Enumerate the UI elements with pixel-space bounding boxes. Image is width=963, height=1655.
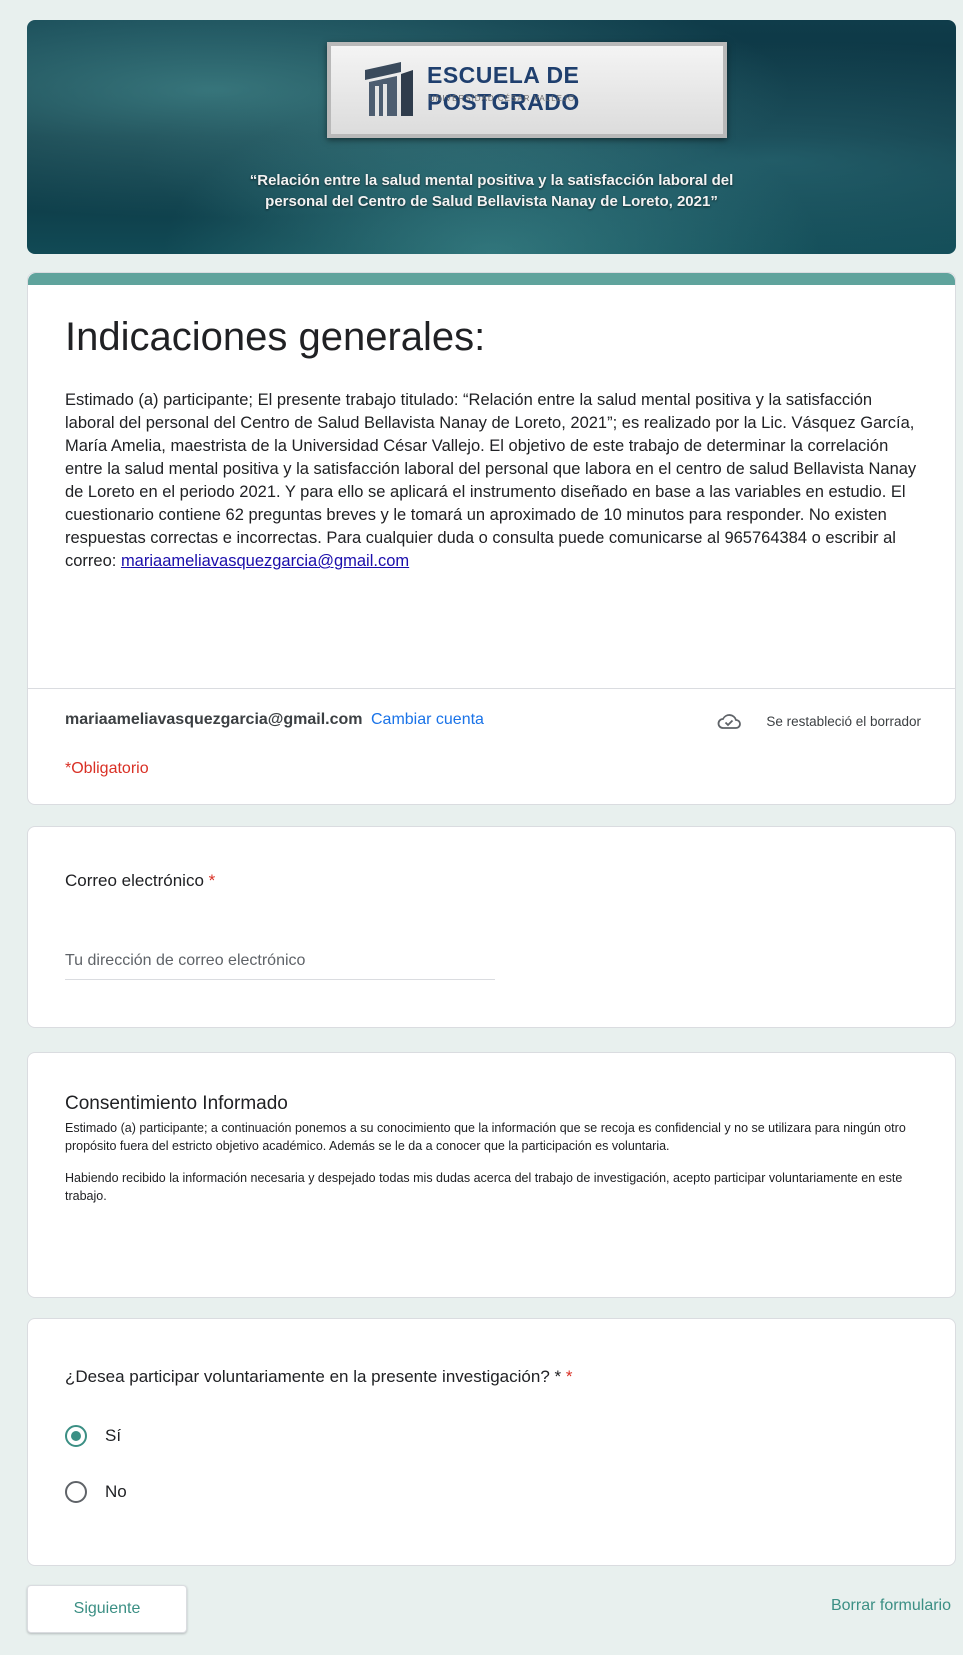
switch-account-link[interactable]: Cambiar cuenta <box>371 711 484 728</box>
clear-form-button[interactable]: Borrar formulario <box>831 1597 951 1615</box>
account-info: mariaameliavasquezgarcia@gmail.com Cambi… <box>65 711 484 729</box>
consent-card: Consentimiento Informado Estimado (a) pa… <box>27 1052 956 1298</box>
university-logo-icon <box>365 62 413 116</box>
header-banner: ESCUELA DE POSTGRADO UNIVERSIDAD CÉSAR V… <box>27 20 956 254</box>
cloud-done-icon <box>718 714 742 729</box>
form-header-card: Indicaciones generales: Estimado (a) par… <box>27 272 956 805</box>
draft-status-text: Se restableció el borrador <box>766 713 921 729</box>
logo-subtitle: UNIVERSIDAD CÉSAR VALLEJO <box>429 94 576 103</box>
account-email: mariaameliavasquezgarcia@gmail.com <box>65 711 363 728</box>
participation-question-title: ¿Desea participar voluntariamente en la … <box>65 1367 572 1387</box>
banner-caption: “Relación entre la salud mental positiva… <box>27 170 956 212</box>
form-description-text: Estimado (a) participante; El presente t… <box>65 391 917 570</box>
next-button[interactable]: Siguiente <box>27 1585 187 1633</box>
consent-paragraph: Habiendo recibido la información necesar… <box>65 1171 903 1203</box>
email-question-label: Correo electrónico <box>65 871 204 890</box>
consent-paragraph: Estimado (a) participante; a continuació… <box>65 1121 906 1153</box>
radio-button[interactable] <box>65 1481 87 1503</box>
consent-title: Consentimiento Informado <box>65 1093 288 1114</box>
consent-body: Estimado (a) participante; a continuació… <box>65 1119 925 1219</box>
email-question-title: Correo electrónico * <box>65 871 215 891</box>
email-question-card: Correo electrónico * <box>27 826 956 1028</box>
required-asterisk: * <box>208 871 216 890</box>
required-asterisk: * <box>565 1367 573 1386</box>
banner-caption-line: “Relación entre la salud mental positiva… <box>249 172 734 189</box>
banner-caption-line: personal del Centro de Salud Bellavista … <box>265 193 718 210</box>
radio-option-si[interactable]: Sí <box>65 1425 121 1447</box>
required-note: *Obligatorio <box>65 760 149 777</box>
contact-email-link[interactable]: mariaameliavasquezgarcia@gmail.com <box>121 552 409 570</box>
radio-option-label: No <box>105 1482 127 1501</box>
radio-option-label: Sí <box>105 1426 122 1445</box>
email-field[interactable] <box>65 943 495 980</box>
radio-button-checked[interactable] <box>65 1425 87 1447</box>
participation-question-label: ¿Desea participar voluntariamente en la … <box>65 1367 562 1386</box>
participation-question-card: ¿Desea participar voluntariamente en la … <box>27 1318 956 1566</box>
form-description: Estimado (a) participante; El presente t… <box>65 389 920 573</box>
logo-title: ESCUELA DE POSTGRADO <box>427 62 580 115</box>
draft-status: Se restableció el borrador <box>716 711 921 731</box>
form-title: Indicaciones generales: <box>65 315 486 359</box>
divider <box>28 688 955 689</box>
university-logo: ESCUELA DE POSTGRADO UNIVERSIDAD CÉSAR V… <box>327 42 727 138</box>
accent-bar <box>28 273 955 285</box>
radio-option-no[interactable]: No <box>65 1481 127 1503</box>
